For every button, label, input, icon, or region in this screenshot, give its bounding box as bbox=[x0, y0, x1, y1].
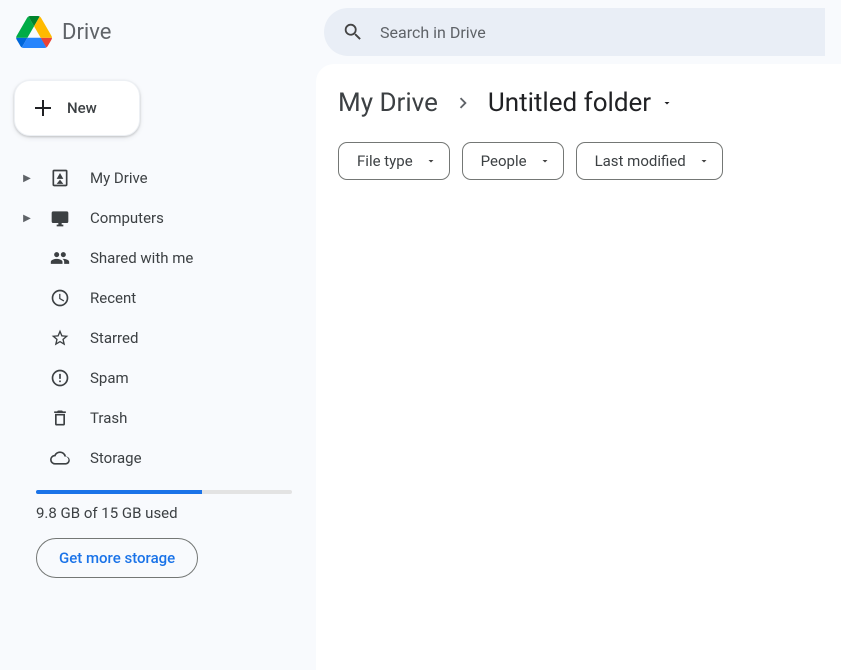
storage-bar bbox=[36, 490, 292, 494]
nav-list: ▶ My Drive ▶ Computers Shared with me Re… bbox=[14, 158, 304, 478]
logo[interactable]: Drive bbox=[16, 16, 316, 48]
star-icon bbox=[50, 328, 72, 348]
nav-label: Computers bbox=[90, 209, 164, 227]
clock-icon bbox=[50, 288, 72, 308]
nav-label: Spam bbox=[90, 369, 129, 387]
get-more-storage-button[interactable]: Get more storage bbox=[36, 538, 198, 578]
storage-text: 9.8 GB of 15 GB used bbox=[36, 504, 304, 522]
spam-icon bbox=[50, 368, 72, 388]
breadcrumb: My Drive Untitled folder bbox=[338, 88, 819, 118]
nav-recent[interactable]: Recent bbox=[14, 278, 304, 318]
nav-label: My Drive bbox=[90, 169, 148, 187]
app-name: Drive bbox=[62, 20, 111, 45]
nav-label: Shared with me bbox=[90, 249, 193, 267]
expand-arrow-icon: ▶ bbox=[22, 213, 32, 224]
computers-icon bbox=[50, 208, 72, 228]
people-icon bbox=[50, 248, 72, 268]
breadcrumb-root[interactable]: My Drive bbox=[338, 88, 438, 118]
storage-fill bbox=[36, 490, 202, 494]
nav-spam[interactable]: Spam bbox=[14, 358, 304, 398]
new-button[interactable]: New bbox=[14, 80, 140, 136]
filter-chips: File type People Last modified bbox=[338, 142, 819, 180]
filter-file-type[interactable]: File type bbox=[338, 142, 450, 180]
search-placeholder: Search in Drive bbox=[380, 23, 486, 42]
nav-my-drive[interactable]: ▶ My Drive bbox=[14, 158, 304, 198]
dropdown-icon bbox=[661, 97, 673, 109]
my-drive-icon bbox=[50, 168, 72, 188]
filter-people[interactable]: People bbox=[462, 142, 564, 180]
trash-icon bbox=[50, 408, 72, 428]
nav-label: Recent bbox=[90, 289, 136, 307]
nav-shared[interactable]: Shared with me bbox=[14, 238, 304, 278]
header: Drive Search in Drive bbox=[0, 0, 841, 64]
dropdown-icon bbox=[698, 155, 710, 167]
nav-label: Trash bbox=[90, 409, 127, 427]
expand-arrow-icon: ▶ bbox=[22, 173, 32, 184]
dropdown-icon bbox=[425, 155, 437, 167]
nav-label: Starred bbox=[90, 329, 138, 347]
dropdown-icon bbox=[539, 155, 551, 167]
nav-label: Storage bbox=[90, 449, 142, 467]
nav-computers[interactable]: ▶ Computers bbox=[14, 198, 304, 238]
main-content: My Drive Untitled folder File type Peopl… bbox=[316, 64, 841, 670]
nav-starred[interactable]: Starred bbox=[14, 318, 304, 358]
plus-icon bbox=[31, 96, 55, 120]
breadcrumb-current[interactable]: Untitled folder bbox=[488, 88, 673, 118]
cloud-icon bbox=[50, 448, 72, 468]
search-bar[interactable]: Search in Drive bbox=[324, 8, 825, 56]
filter-last-modified[interactable]: Last modified bbox=[576, 142, 723, 180]
search-icon bbox=[342, 21, 364, 43]
nav-storage[interactable]: Storage bbox=[14, 438, 304, 478]
drive-logo-icon bbox=[16, 16, 52, 48]
sidebar: New ▶ My Drive ▶ Computers Shared with m… bbox=[0, 64, 316, 670]
nav-trash[interactable]: Trash bbox=[14, 398, 304, 438]
chevron-right-icon bbox=[452, 92, 474, 114]
